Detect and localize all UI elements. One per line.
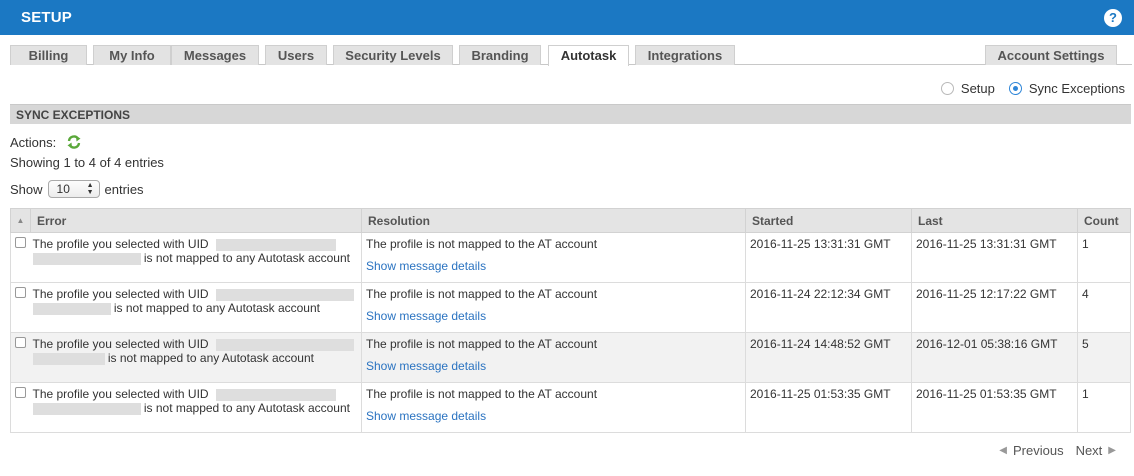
section-title: SYNC EXCEPTIONS [16, 108, 131, 122]
row-select-cell [10, 232, 31, 283]
row-checkbox[interactable] [15, 287, 26, 298]
table-row: The profile you selected with UID is not… [10, 332, 1131, 383]
sync-exceptions-table: ▲ Error Resolution Started Last Count Th… [10, 208, 1131, 433]
next-button[interactable]: Next [1076, 443, 1103, 458]
refresh-icon[interactable] [66, 134, 82, 150]
help-icon[interactable]: ? [1104, 9, 1122, 27]
started-cell: 2016-11-24 14:48:52 GMT [745, 332, 912, 383]
error-text-line2: is not mapped to any Autotask account [143, 401, 350, 415]
redacted-uid [32, 402, 141, 415]
tab-branding[interactable]: Branding [459, 45, 541, 65]
table-header-row: ▲ Error Resolution Started Last Count [10, 208, 1131, 233]
actions-bar: Actions: [10, 134, 82, 150]
row-select-cell [10, 282, 31, 333]
show-message-details-link[interactable]: Show message details [366, 259, 486, 273]
tab-bar: Billing My Info Messages Users Security … [10, 45, 1132, 66]
error-cell: The profile you selected with UID is not… [30, 332, 362, 383]
error-cell: The profile you selected with UID is not… [30, 232, 362, 283]
tab-autotask[interactable]: Autotask [548, 45, 629, 66]
resolution-cell: The profile is not mapped to the AT acco… [361, 282, 746, 333]
table-row: The profile you selected with UID is not… [10, 382, 1131, 433]
column-header-last[interactable]: Last [911, 208, 1078, 233]
entries-info: Showing 1 to 4 of 4 entries [10, 155, 164, 170]
tab-my-info[interactable]: My Info [93, 45, 171, 65]
redacted-uid [215, 338, 354, 351]
row-checkbox[interactable] [15, 337, 26, 348]
redacted-uid [215, 288, 354, 301]
pagination: ◀ Previous Next ▶ [993, 443, 1122, 458]
sync-exceptions-radio-label[interactable]: Sync Exceptions [1029, 81, 1125, 96]
last-cell: 2016-11-25 12:17:22 GMT [911, 282, 1078, 333]
tab-billing[interactable]: Billing [10, 45, 87, 65]
previous-button[interactable]: Previous [1013, 443, 1064, 458]
redacted-uid [32, 252, 141, 265]
table-row: The profile you selected with UID is not… [10, 282, 1131, 333]
tab-integrations[interactable]: Integrations [635, 45, 735, 65]
resolution-cell: The profile is not mapped to the AT acco… [361, 232, 746, 283]
row-select-cell [10, 332, 31, 383]
error-text-line2: is not mapped to any Autotask account [143, 251, 350, 265]
page-length-control: Show 10 ▲ ▼ entries [10, 180, 144, 198]
error-text-line1: The profile you selected with UID [32, 287, 209, 301]
column-header-resolution[interactable]: Resolution [361, 208, 746, 233]
resolution-cell: The profile is not mapped to the AT acco… [361, 332, 746, 383]
entries-label: entries [104, 181, 144, 197]
show-label: Show [10, 181, 43, 197]
error-text-line1: The profile you selected with UID [32, 387, 209, 401]
setup-radio-label[interactable]: Setup [961, 81, 995, 96]
started-cell: 2016-11-24 22:12:34 GMT [745, 282, 912, 333]
started-cell: 2016-11-25 13:31:31 GMT [745, 232, 912, 283]
row-checkbox[interactable] [15, 237, 26, 248]
resolution-text: The profile is not mapped to the AT acco… [366, 387, 598, 401]
count-cell: 4 [1077, 282, 1131, 333]
tab-account-settings[interactable]: Account Settings [985, 45, 1117, 65]
started-cell: 2016-11-25 01:53:35 GMT [745, 382, 912, 433]
show-message-details-link[interactable]: Show message details [366, 309, 486, 323]
error-cell: The profile you selected with UID is not… [30, 382, 362, 433]
sort-icon[interactable]: ▲ [10, 208, 31, 233]
column-header-started[interactable]: Started [745, 208, 912, 233]
page-length-select[interactable]: 10 ▲ ▼ [47, 180, 100, 198]
last-cell: 2016-11-25 01:53:35 GMT [911, 382, 1078, 433]
error-cell: The profile you selected with UID is not… [30, 282, 362, 333]
section-header: SYNC EXCEPTIONS [10, 104, 1131, 124]
redacted-uid [215, 238, 336, 251]
top-bar: SETUP ? [0, 0, 1134, 35]
table-row: The profile you selected with UID is not… [10, 232, 1131, 283]
view-mode-radios: Setup Sync Exceptions [940, 80, 1125, 96]
resolution-text: The profile is not mapped to the AT acco… [366, 237, 598, 251]
error-text-line2: is not mapped to any Autotask account [107, 351, 314, 365]
tab-users[interactable]: Users [265, 45, 327, 65]
row-select-cell [10, 382, 31, 433]
redacted-uid [215, 388, 336, 401]
count-cell: 1 [1077, 382, 1131, 433]
tab-security-levels[interactable]: Security Levels [333, 45, 453, 65]
setup-radio[interactable] [940, 81, 954, 95]
resolution-cell: The profile is not mapped to the AT acco… [361, 382, 746, 433]
tab-messages[interactable]: Messages [171, 45, 259, 65]
error-text-line1: The profile you selected with UID [32, 237, 209, 251]
last-cell: 2016-11-25 13:31:31 GMT [911, 232, 1078, 283]
last-cell: 2016-12-01 05:38:16 GMT [911, 332, 1078, 383]
error-text-line2: is not mapped to any Autotask account [113, 301, 320, 315]
resolution-text: The profile is not mapped to the AT acco… [366, 287, 598, 301]
column-header-error[interactable]: Error [30, 208, 362, 233]
column-header-count[interactable]: Count [1077, 208, 1131, 233]
error-text-line1: The profile you selected with UID [32, 337, 209, 351]
row-checkbox[interactable] [15, 387, 26, 398]
next-arrow-icon[interactable]: ▶ [1108, 445, 1116, 456]
sync-exceptions-radio[interactable] [1008, 81, 1022, 95]
previous-arrow-icon[interactable]: ◀ [999, 445, 1007, 456]
redacted-uid [32, 352, 105, 365]
select-arrows-icon: ▲ ▼ [86, 182, 94, 196]
actions-label: Actions: [10, 134, 57, 150]
page-title: SETUP [21, 9, 73, 26]
resolution-text: The profile is not mapped to the AT acco… [366, 337, 598, 351]
show-message-details-link[interactable]: Show message details [366, 359, 486, 373]
count-cell: 5 [1077, 332, 1131, 383]
redacted-uid [32, 302, 111, 315]
show-message-details-link[interactable]: Show message details [366, 409, 486, 423]
count-cell: 1 [1077, 232, 1131, 283]
page-length-value: 10 [56, 182, 70, 196]
